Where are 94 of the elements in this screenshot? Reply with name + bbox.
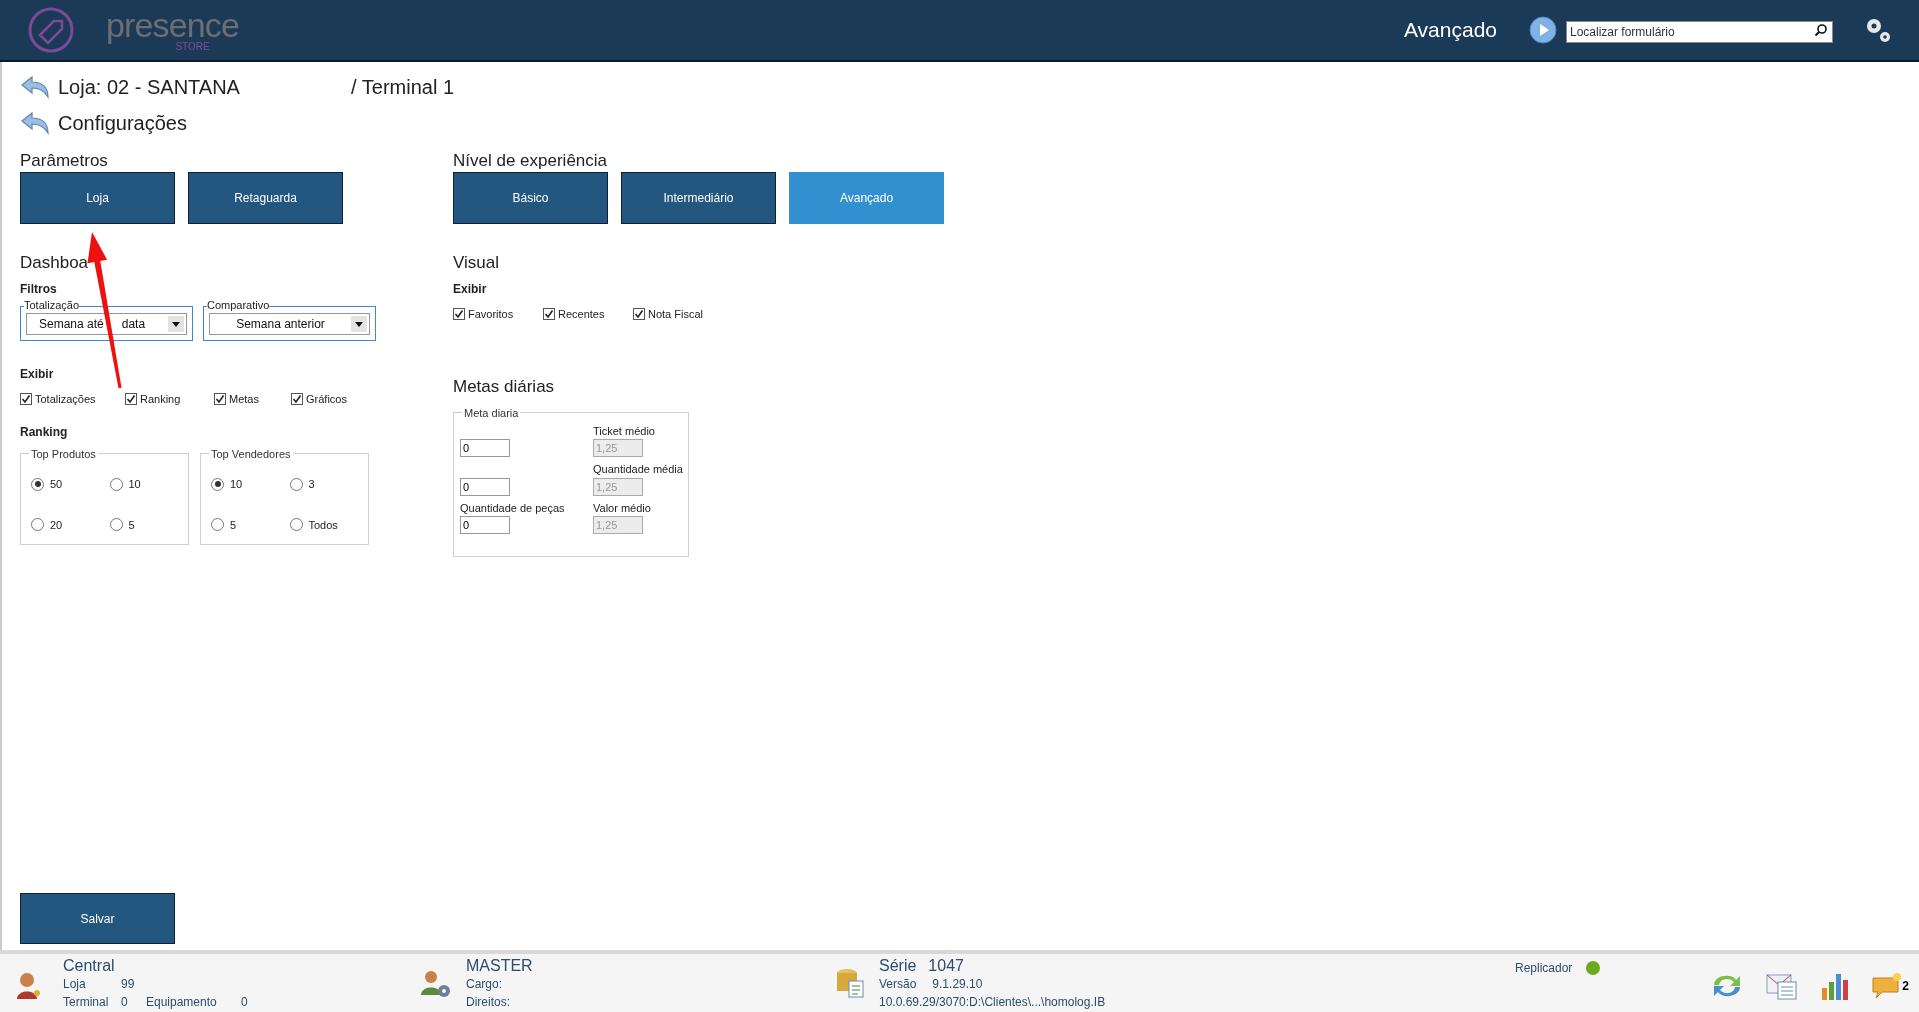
experience-level-label: Avançado [1403,17,1497,44]
checkbox[interactable] [20,392,32,405]
section-title: Parâmetros [20,150,109,172]
radio-label: Todos [308,517,338,533]
search-icon[interactable] [1814,23,1828,37]
filter-legend: Comparativo [207,299,270,311]
status-title: MASTER [466,957,533,975]
dropdown[interactable]: Semana anterior [209,313,370,335]
filter-legend: Totalização [24,299,80,311]
field-label: Valor médio [593,500,651,516]
status-text: Terminal [63,994,110,1011]
status-text: Direitos: [466,994,511,1011]
checkbox[interactable] [214,392,226,405]
radio-button[interactable] [109,518,123,532]
checkbox-label: Ranking [140,391,181,407]
dropdown[interactable]: Semana até data [26,313,187,335]
dropdown-value-text: Semana anterior [236,316,325,333]
checkbox-label: Recentes [558,306,605,322]
bar-chart-icon[interactable] [1820,972,1851,1000]
status-title: Série [879,957,917,975]
user-key-icon [15,971,43,1001]
radio-button[interactable] [289,477,303,491]
status-text: Versão [879,976,917,993]
radio-label: 3 [308,477,315,492]
radio-label: 10 [230,477,243,492]
checkbox-label: Totalizações [35,391,96,407]
subsection-title: Exibir [20,365,55,383]
section-title: Metas diárias [453,376,556,398]
option-button[interactable]: Loja [20,172,175,224]
checkbox[interactable] [633,307,645,320]
checkbox[interactable] [453,307,465,320]
status-text: 9.1.29.10 [932,976,983,993]
radio-button[interactable] [31,477,44,491]
input-field[interactable]: 0 [460,516,510,534]
section-title: Visual [453,252,500,274]
status-text: Cargo: [466,976,504,993]
field-label: Quantidade média [593,462,683,477]
input-field[interactable]: 0 [460,477,510,496]
option-button[interactable]: Retaguarda [188,172,343,224]
status-title: Central [63,957,116,975]
checkbox-label: Favoritos [468,306,514,322]
back-arrow-icon[interactable] [20,75,50,99]
status-text: Equipamento [146,994,218,1011]
checkbox-label: Metas [229,391,259,407]
subsection-title: Ranking [20,424,69,441]
status-title: 1047 [928,957,964,975]
checkbox-label: Gráficos [306,391,347,407]
checkbox[interactable] [291,392,303,405]
mail-document-icon[interactable] [1766,972,1799,1000]
radio-button[interactable] [289,518,303,532]
logo-subtitle: STORE [175,42,210,52]
database-icon [835,967,865,999]
dropdown-value-text: data [121,316,146,333]
radio-button[interactable] [211,477,224,491]
option-button[interactable]: Básico [453,172,608,224]
status-text: 99 [121,976,136,993]
back-arrow-icon[interactable] [20,111,50,135]
save-button[interactable]: Salvar [20,893,175,944]
section-title: Dashboa [20,252,90,274]
checkbox-label: Nota Fiscal [648,306,704,322]
caret-icon[interactable] [351,316,367,332]
logo-wordmark: presence [106,8,240,42]
play-icon[interactable] [1529,16,1557,44]
radio-button[interactable] [211,518,224,532]
radio-label: 50 [50,477,63,492]
status-text: 0 [241,994,249,1011]
subsection-title: Exibir [453,280,488,298]
replicator-label: Replicador [1515,960,1573,977]
status-text: 10.0.69.29/3070:D:\Clientes\...\homolog.IB [879,994,1106,1011]
search-field[interactable]: Localizar formulário [1566,21,1833,43]
field-label: Quantidade de peças [460,500,566,516]
caret-icon[interactable] [168,316,184,332]
input-field[interactable]: 0 [460,439,510,457]
radio-label: 20 [50,517,63,533]
radio-button[interactable] [31,518,44,532]
radio-label: 5 [128,517,135,533]
radio-label: 5 [230,517,237,533]
section-title: Nível de experiência [453,150,609,172]
dropdown-value-text: Semana até [39,316,104,333]
status-text: 0 [121,994,129,1011]
store-title: Loja: 02 - SANTANA [58,75,241,100]
message-count: 2 [1902,978,1909,995]
checkbox[interactable] [125,392,137,405]
radio-button[interactable] [109,477,123,491]
users-gear-icon [420,969,452,999]
field-label: Ticket médio [593,423,655,439]
subsection-title: Filtros [20,280,58,298]
option-button[interactable]: Intermediário [621,172,776,224]
tag-logo-icon [26,5,76,55]
terminal-title: / Terminal 1 [351,75,454,100]
page-title: Configurações [58,111,187,136]
status-text: Loja [63,976,87,993]
radio-label: 10 [128,477,141,492]
checkbox[interactable] [543,307,555,320]
